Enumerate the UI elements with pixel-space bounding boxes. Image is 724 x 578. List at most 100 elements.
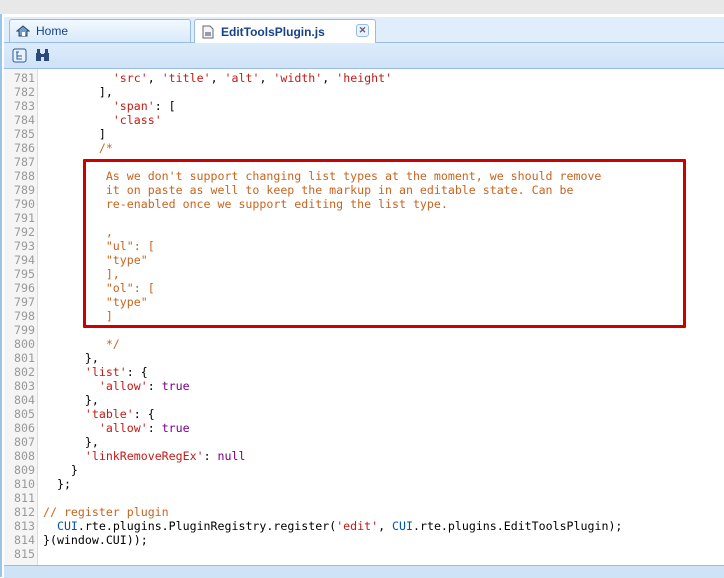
code-token: 'span' bbox=[112, 99, 155, 113]
line-number: 782 bbox=[14, 85, 35, 99]
code-token: , bbox=[322, 71, 337, 85]
line-number: 795 bbox=[14, 267, 35, 281]
line-number: 792 bbox=[14, 225, 35, 239]
code-token: true bbox=[161, 379, 190, 393]
code-token: .rte.plugins.PluginRegistry.register( bbox=[77, 519, 337, 533]
code-line: 'allow': true bbox=[43, 379, 190, 393]
code-line: }, bbox=[43, 393, 99, 407]
tab-bar: Home EditToolsPlugin.js ✕ bbox=[4, 17, 724, 43]
code-token: CUI bbox=[56, 519, 78, 533]
code-token: }, bbox=[43, 393, 99, 407]
toolbar bbox=[4, 43, 724, 69]
line-number: 783 bbox=[14, 99, 35, 113]
line-number: 799 bbox=[14, 323, 35, 337]
code-line: // register plugin bbox=[43, 505, 169, 519]
code-token: 'allow' bbox=[98, 421, 148, 435]
code-line: }, bbox=[43, 435, 99, 449]
code-token: 'src' bbox=[112, 71, 148, 85]
line-number: 813 bbox=[14, 519, 35, 533]
code-token: 'list' bbox=[84, 365, 127, 379]
outline-icon[interactable] bbox=[12, 48, 27, 63]
code-token: ] bbox=[43, 127, 106, 141]
window-top-bar bbox=[0, 0, 724, 15]
line-number: 796 bbox=[14, 281, 35, 295]
code-line: 'table': { bbox=[43, 407, 155, 421]
code-line: } bbox=[43, 463, 78, 477]
code-token: , bbox=[259, 71, 274, 85]
code-line: ], bbox=[43, 85, 113, 99]
highlight-box bbox=[83, 159, 686, 328]
tab-label: Home bbox=[36, 24, 69, 38]
code-token: , bbox=[147, 71, 162, 85]
line-number: 802 bbox=[14, 365, 35, 379]
code-line: 'span': [ bbox=[43, 99, 176, 113]
code-line: 'class' bbox=[43, 113, 162, 127]
code-line: CUI.rte.plugins.PluginRegistry.register(… bbox=[43, 519, 622, 533]
code-token: /* bbox=[43, 141, 113, 155]
tab-home[interactable]: Home bbox=[9, 19, 191, 42]
tab-edittoolsplugin[interactable]: EditToolsPlugin.js ✕ bbox=[194, 19, 376, 43]
code-line: /* bbox=[43, 141, 113, 155]
line-number: 812 bbox=[14, 505, 35, 519]
code-token: ], bbox=[43, 85, 113, 99]
code-token: 'allow' bbox=[98, 379, 148, 393]
code-token: null bbox=[217, 449, 246, 463]
line-number: 809 bbox=[14, 463, 35, 477]
line-number: 787 bbox=[14, 155, 35, 169]
code-token: }, bbox=[43, 351, 99, 365]
tab-label: EditToolsPlugin.js bbox=[221, 24, 325, 39]
line-number: 804 bbox=[14, 393, 35, 407]
binoculars-find-icon[interactable] bbox=[35, 48, 50, 63]
code-token: : [ bbox=[154, 99, 176, 113]
code-line: */ bbox=[43, 337, 120, 351]
code-token: : bbox=[147, 421, 162, 435]
code-token: CUI bbox=[392, 519, 413, 533]
code-line: }, bbox=[43, 351, 99, 365]
code-line: 'allow': true bbox=[43, 421, 190, 435]
code-line: 'list': { bbox=[43, 365, 148, 379]
line-number: 784 bbox=[14, 113, 35, 127]
code-token: }, bbox=[43, 435, 99, 449]
code-token: 'alt' bbox=[224, 71, 260, 85]
code-token: , bbox=[378, 519, 393, 533]
line-number: 807 bbox=[14, 435, 35, 449]
line-number: 806 bbox=[14, 421, 35, 435]
line-number: 808 bbox=[14, 449, 35, 463]
code-token: }; bbox=[43, 477, 71, 491]
code-token: // register plugin bbox=[43, 505, 169, 519]
code-token: : { bbox=[133, 407, 155, 421]
line-number: 789 bbox=[14, 183, 35, 197]
code-token: 'edit' bbox=[336, 519, 379, 533]
line-number: 801 bbox=[14, 351, 35, 365]
line-number: 797 bbox=[14, 295, 35, 309]
code-line: }(window.CUI)); bbox=[43, 533, 148, 547]
line-number: 781 bbox=[14, 71, 35, 85]
line-number: 815 bbox=[14, 547, 35, 561]
code-token: : { bbox=[126, 365, 148, 379]
code-line: 'linkRemoveRegEx': null bbox=[43, 449, 246, 463]
code-token: .rte.plugins.EditToolsPlugin); bbox=[413, 519, 623, 533]
home-icon bbox=[15, 24, 31, 38]
line-number: 793 bbox=[14, 239, 35, 253]
line-number: 790 bbox=[14, 197, 35, 211]
close-tab-icon[interactable]: ✕ bbox=[356, 24, 369, 37]
code-token: : bbox=[203, 449, 218, 463]
line-number: 794 bbox=[14, 253, 35, 267]
status-bar bbox=[4, 565, 724, 578]
code-token: 'class' bbox=[112, 113, 162, 127]
code-token: 'table' bbox=[84, 407, 134, 421]
code-line: 'src', 'title', 'alt', 'width', 'height' bbox=[43, 71, 392, 85]
code-token: 'linkRemoveRegEx' bbox=[84, 449, 204, 463]
file-icon bbox=[201, 25, 215, 39]
line-number: 798 bbox=[14, 309, 35, 323]
line-number: 800 bbox=[14, 337, 35, 351]
code-token: } bbox=[43, 463, 78, 477]
